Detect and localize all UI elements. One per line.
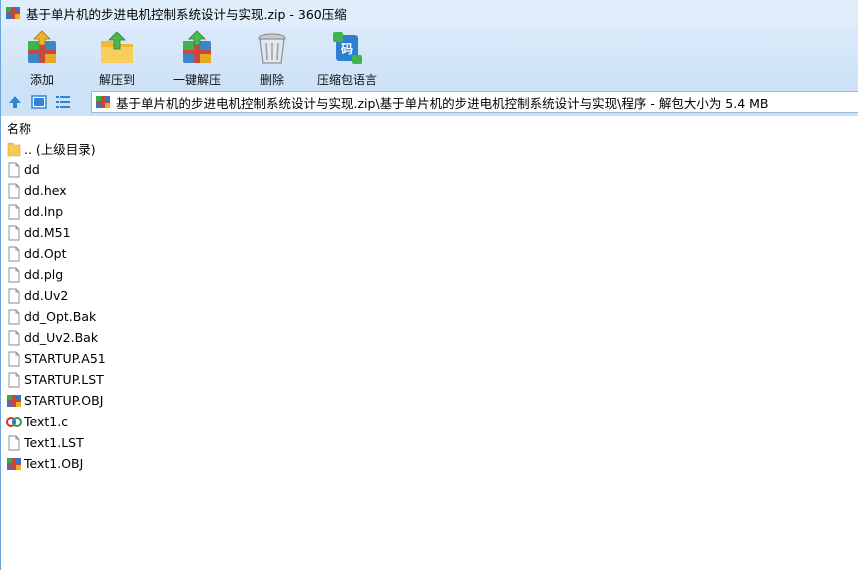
- one-click-extract-icon: [183, 30, 211, 63]
- file-name: dd.Uv2: [24, 288, 69, 303]
- delete-button[interactable]: 删除: [237, 26, 307, 88]
- file-name: dd.plg: [24, 267, 64, 282]
- file-icon: [8, 351, 20, 366]
- extract-to-button[interactable]: 解压到: [77, 26, 157, 88]
- list-item[interactable]: STARTUP.LST: [1, 369, 858, 390]
- list-view-icon: [56, 96, 70, 108]
- one-click-extract-button[interactable]: 一键解压: [157, 26, 237, 88]
- file-icon: [8, 183, 20, 198]
- column-header-label: 名称: [7, 121, 32, 136]
- file-name: Text1.c: [24, 414, 69, 429]
- folder-icon: [7, 142, 21, 156]
- list-item[interactable]: dd: [1, 159, 858, 180]
- arrow-up-icon: [9, 96, 21, 108]
- file-name: Text1.OBJ: [24, 456, 84, 471]
- file-icon: [8, 309, 20, 324]
- extract-to-label: 解压到: [98, 73, 135, 87]
- address-bar[interactable]: 基于单片机的步进电机控制系统设计与实现.zip\基于单片机的步进电机控制系统设计…: [91, 91, 858, 113]
- list-item[interactable]: dd_Opt.Bak: [1, 306, 858, 327]
- list-item[interactable]: dd.hex: [1, 180, 858, 201]
- list-item[interactable]: Text1.c: [1, 411, 858, 432]
- extract-folder-icon: [101, 31, 133, 63]
- file-icon: [8, 267, 20, 282]
- list-item[interactable]: dd_Uv2.Bak: [1, 327, 858, 348]
- file-list: .. (上级目录) dd dd.hex dd.lnp dd.M51 dd.Opt dd.pl…: [1, 138, 858, 474]
- add-label: 添加: [29, 73, 54, 87]
- file-name: dd_Opt.Bak: [24, 309, 97, 324]
- file-icon: [8, 372, 20, 387]
- column-header-name[interactable]: 名称: [1, 118, 858, 138]
- list-item[interactable]: Text1.OBJ: [1, 453, 858, 474]
- toolbar: 添加 解压到 一键解压 删除 码 压缩包语言: [1, 26, 858, 88]
- list-view-button[interactable]: [53, 92, 73, 112]
- file-name: .. (上级目录): [24, 142, 96, 157]
- c-source-icon: [6, 416, 22, 427]
- file-icon: [8, 225, 20, 240]
- archive-icon: [7, 394, 21, 407]
- archive-language-label: 压缩包语言: [316, 73, 377, 87]
- archive-icon: [7, 457, 21, 470]
- navigation-bar: 基于单片机的步进电机控制系统设计与实现.zip\基于单片机的步进电机控制系统设计…: [1, 88, 858, 116]
- file-name: Text1.LST: [24, 435, 84, 450]
- list-item[interactable]: Text1.LST: [1, 432, 858, 453]
- svg-text:码: 码: [341, 42, 353, 56]
- address-path: 基于单片机的步进电机控制系统设计与实现.zip\基于单片机的步进电机控制系统设计…: [116, 95, 769, 111]
- list-item[interactable]: dd.M51: [1, 222, 858, 243]
- file-name: STARTUP.LST: [24, 372, 104, 387]
- file-icon: [8, 330, 20, 345]
- file-icon: [8, 435, 20, 450]
- file-name: STARTUP.A51: [24, 351, 106, 366]
- list-item[interactable]: STARTUP.OBJ: [1, 390, 858, 411]
- list-item[interactable]: STARTUP.A51: [1, 348, 858, 369]
- file-name: dd_Uv2.Bak: [24, 330, 99, 345]
- list-item[interactable]: dd.Uv2: [1, 285, 858, 306]
- file-icon: [8, 204, 20, 219]
- file-name: dd.Opt: [24, 246, 67, 261]
- file-icon: [8, 162, 20, 177]
- file-icon: [8, 246, 20, 261]
- file-name: dd.M51: [24, 225, 71, 240]
- file-name: dd: [24, 162, 40, 177]
- thumbnail-view-icon: [31, 95, 47, 109]
- add-button[interactable]: 添加: [7, 26, 77, 88]
- app-window: 基于单片机的步进电机控制系统设计与实现.zip - 360压缩 添加 解压到 一…: [0, 0, 858, 570]
- list-item[interactable]: dd.plg: [1, 264, 858, 285]
- file-name: dd.lnp: [24, 204, 64, 219]
- delete-label: 删除: [259, 73, 284, 87]
- file-name: STARTUP.OBJ: [24, 393, 104, 408]
- up-button[interactable]: [5, 92, 25, 112]
- file-name: dd.hex: [24, 183, 67, 198]
- list-item[interactable]: .. (上级目录): [1, 138, 858, 159]
- file-icon: [8, 288, 20, 303]
- archive-language-button[interactable]: 码 压缩包语言: [307, 26, 387, 88]
- window-title: 基于单片机的步进电机控制系统设计与实现.zip - 360压缩: [26, 6, 347, 22]
- archive-icon: [96, 96, 110, 108]
- trash-icon: [258, 33, 286, 64]
- one-click-extract-label: 一键解压: [172, 73, 221, 87]
- add-archive-icon: [28, 30, 56, 63]
- title-bar: 基于单片机的步进电机控制系统设计与实现.zip - 360压缩: [1, 0, 858, 26]
- list-item[interactable]: dd.Opt: [1, 243, 858, 264]
- list-item[interactable]: dd.lnp: [1, 201, 858, 222]
- archive-app-icon: [6, 7, 20, 19]
- codepage-icon: 码: [333, 32, 362, 64]
- thumbnail-view-button[interactable]: [29, 92, 49, 112]
